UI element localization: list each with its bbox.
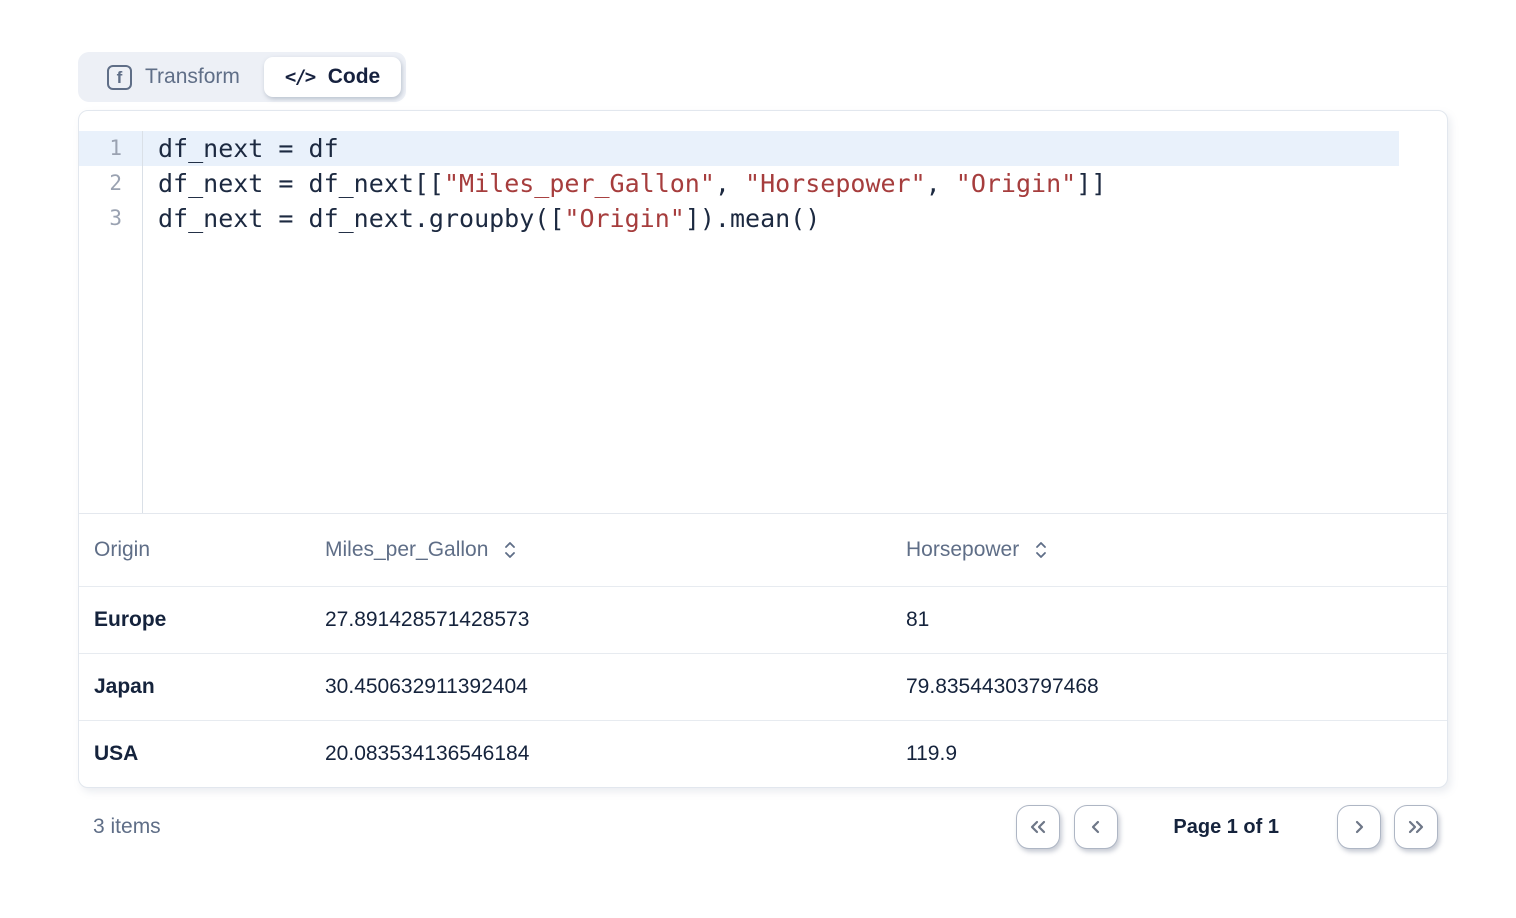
cell-miles-per-gallon: 27.891428571428573 [310,608,891,632]
double-chevron-left-icon [1027,817,1049,837]
table-footer: 3 items Page 1 of 1 [78,805,1448,849]
code-line-1[interactable]: df_next = df [143,131,1399,166]
code-line-3[interactable]: df_next = df_next.groupby(["Origin"]).me… [143,201,1447,236]
cell-origin: Europe [79,608,310,632]
code-token-string: "Origin" [956,169,1076,198]
table-row[interactable]: Europe 27.891428571428573 81 [79,586,1447,653]
table-row[interactable]: Japan 30.450632911392404 79.835443037974… [79,653,1447,720]
last-page-button[interactable] [1394,805,1438,849]
code-token: , [715,169,745,198]
column-header-label: Miles_per_Gallon [325,538,488,562]
code-content[interactable]: df_next = df df_next = df_next[["Miles_p… [143,131,1447,513]
items-count: 3 items [93,815,161,839]
cell-origin: Japan [79,675,310,699]
tab-transform-label: Transform [145,65,240,89]
code-token-string: "Origin" [564,204,684,233]
page-indicator: Page 1 of 1 [1173,816,1279,839]
line-number-1: 1 [79,131,142,166]
cell-horsepower: 119.9 [891,742,1447,766]
code-token: df_next = df_next.groupby([ [158,204,564,233]
next-page-button[interactable] [1337,805,1381,849]
code-token: df_next = df_next[[ [158,169,444,198]
code-token: , [926,169,956,198]
column-header-label: Origin [94,538,150,562]
cell-miles-per-gallon: 30.450632911392404 [310,675,891,699]
code-token: df_next = df [158,134,339,163]
line-number-2: 2 [79,166,142,201]
code-editor[interactable]: 1 2 3 df_next = df df_next = df_next[["M… [79,111,1447,513]
table-header-row: Origin Miles_per_Gallon Horsepower [79,513,1447,586]
first-page-button[interactable] [1016,805,1060,849]
result-table: Origin Miles_per_Gallon Horsepower [79,513,1447,787]
view-toggle: f Transform </> Code [78,52,406,102]
code-result-panel: 1 2 3 df_next = df df_next = df_next[["M… [78,110,1448,788]
tab-code-label: Code [328,65,381,89]
code-token-string: "Miles_per_Gallon" [444,169,715,198]
tab-code[interactable]: </> Code [264,57,401,97]
column-header-origin: Origin [79,538,310,562]
chevron-left-icon [1086,817,1106,837]
cell-horsepower: 79.83544303797468 [891,675,1447,699]
code-token-string: "Horsepower" [745,169,926,198]
pagination-controls: Page 1 of 1 [1016,805,1438,849]
sort-icon[interactable] [1034,539,1048,561]
chevron-right-icon [1349,817,1369,837]
code-line-2[interactable]: df_next = df_next[["Miles_per_Gallon", "… [143,166,1447,201]
cell-miles-per-gallon: 20.083534136546184 [310,742,891,766]
double-chevron-right-icon [1405,817,1427,837]
line-number-3: 3 [79,201,142,236]
cell-origin: USA [79,742,310,766]
column-header-miles-per-gallon[interactable]: Miles_per_Gallon [310,538,891,562]
table-row[interactable]: USA 20.083534136546184 119.9 [79,720,1447,787]
code-token: ]).mean() [685,204,820,233]
tab-transform[interactable]: f Transform [83,57,264,97]
previous-page-button[interactable] [1074,805,1118,849]
cell-horsepower: 81 [891,608,1447,632]
transform-code-widget: f Transform </> Code 1 2 3 df_next = df … [78,52,1448,849]
line-number-gutter: 1 2 3 [79,131,143,513]
code-icon: </> [285,66,315,88]
column-header-horsepower[interactable]: Horsepower [891,538,1447,562]
column-header-label: Horsepower [906,538,1019,562]
function-icon: f [107,65,132,90]
sort-icon[interactable] [503,539,517,561]
code-token: ]] [1076,169,1106,198]
